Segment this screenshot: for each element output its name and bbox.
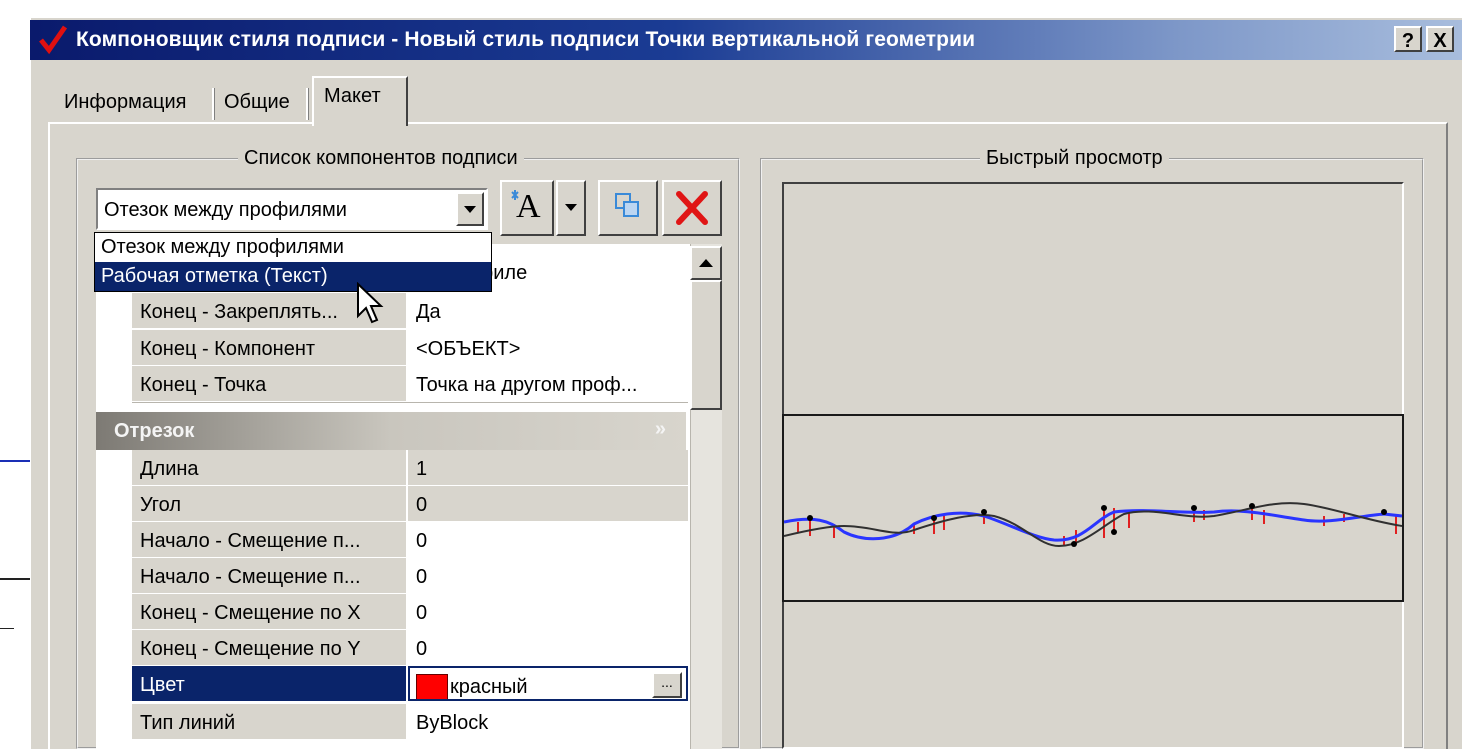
property-row[interactable]: Конец - Закреплять... Да [96,293,690,329]
property-value[interactable]: 1 [408,450,688,485]
profile-hatch-lines [797,508,1397,546]
background-blue-line [0,460,30,462]
tab-separator [306,88,309,120]
property-row[interactable]: Конец - Компонент <ОБЪЕКТ> [96,330,690,366]
background-black-line [0,578,30,580]
delete-component-button[interactable] [662,180,722,236]
delete-x-icon [676,191,708,225]
color-value-text: красный [450,676,528,698]
copy-component-icon [615,193,639,217]
background-tick [0,628,14,629]
scroll-thumb[interactable] [690,280,722,410]
property-name: Конец - Смещение по Y [132,630,406,665]
property-name: Начало - Смещение п... [132,558,406,593]
color-value[interactable]: красный ... [408,666,688,701]
window-title: Компоновщик стиля подписи - Новый стиль … [76,28,976,51]
property-grid: на профиле Конец - Закреплять... Да Коне… [96,244,692,749]
text-tool-glyph: A [516,188,541,225]
property-name: Начало - Смещение п... [132,522,406,557]
property-name: Цвет [132,666,406,701]
title-bar[interactable]: Компоновщик стиля подписи - Новый стиль … [30,20,1462,60]
property-name: Конец - Смещение по X [132,594,406,629]
property-row[interactable]: Длина 1 [96,450,690,486]
dropdown-arrow-icon [464,206,476,213]
app-check-icon [39,25,68,54]
scroll-up-button[interactable] [690,246,722,280]
tab-information[interactable]: Информация [64,84,186,122]
profile-line-blue [784,509,1402,542]
property-value[interactable]: 0 [408,558,688,593]
color-swatch [416,674,448,699]
section-title: Отрезок [114,420,195,442]
property-value[interactable]: 0 [408,486,688,521]
property-value[interactable]: ByBlock [408,704,688,739]
property-name: Конец - Точка [132,366,406,401]
tab-separator [212,88,215,120]
row-divider [132,402,688,403]
property-value[interactable]: Точка на другом проф... [408,366,688,401]
property-name: Тип линий [132,704,406,739]
component-select-dropdown-button[interactable] [456,192,484,226]
tab-layout[interactable]: Макет [312,76,408,126]
scroll-up-arrow-icon [699,259,713,267]
property-row-color[interactable]: Цвет красный ... [96,666,690,702]
property-row[interactable]: Угол 0 [96,486,690,522]
help-button[interactable]: ? [1394,26,1422,52]
property-row[interactable]: Конец - Смещение по Y 0 [96,630,690,666]
property-name: Длина [132,450,406,485]
property-value[interactable]: <ОБЪЕКТ> [408,330,688,365]
property-value[interactable]: 0 [408,630,688,665]
tab-general[interactable]: Общие [224,84,290,122]
mouse-cursor-icon [357,282,384,324]
dropdown-option[interactable]: Отезок между профилями [95,233,491,262]
collapse-chevron-icon[interactable]: » [655,418,666,441]
property-value[interactable]: 0 [408,594,688,629]
property-row[interactable]: Тип линий ByBlock [96,704,690,740]
component-select[interactable]: Отезок между профилями [96,188,488,230]
dropdown-arrow-icon [565,204,577,211]
property-row[interactable]: Конец - Точка Точка на другом проф... [96,366,690,402]
preview-group-title: Быстрый просмотр [980,147,1169,170]
profile-points [807,503,1387,547]
copy-component-button[interactable] [598,180,658,236]
dropdown-option-highlighted[interactable]: Рабочая отметка (Текст) [95,262,491,291]
property-row[interactable]: Начало - Смещение п... 0 [96,522,690,558]
desktop-background [0,0,30,749]
section-header-segment[interactable]: Отрезок » [96,412,686,450]
add-text-component-button[interactable]: A [500,180,554,236]
property-value[interactable]: 0 [408,522,688,557]
property-row[interactable]: Конец - Смещение по X 0 [96,594,690,630]
property-value[interactable]: Да [408,293,688,328]
profile-preview-graphic [784,502,1402,548]
close-button[interactable]: X [1426,26,1454,52]
browse-color-button[interactable]: ... [652,672,682,698]
property-row[interactable]: Начало - Смещение п... 0 [96,558,690,594]
add-component-dropdown-button[interactable] [556,180,586,236]
component-dropdown-list[interactable]: Отезок между профилями Рабочая отметка (… [94,232,492,292]
property-name: Угол [132,486,406,521]
property-name: Конец - Компонент [132,330,406,365]
components-group-title: Список компонентов подписи [238,147,524,170]
tab-layout-label: Макет [324,85,381,107]
